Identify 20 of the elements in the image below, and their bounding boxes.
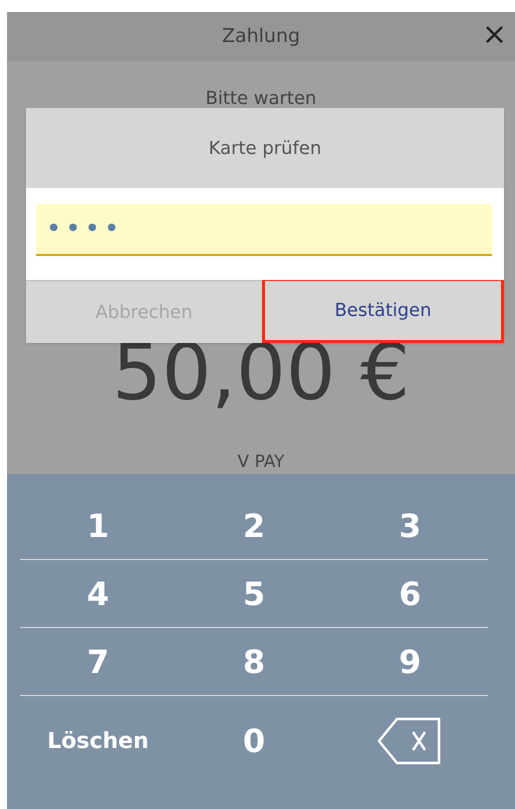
status-text: Bitte warten xyxy=(206,87,316,111)
digit-key[interactable]: 7 xyxy=(20,628,176,695)
digit-key[interactable]: 9 xyxy=(332,628,488,695)
digit-key[interactable]: 0 xyxy=(176,696,332,786)
card-type: V PAY xyxy=(238,451,284,474)
close-button[interactable]: × xyxy=(482,20,507,50)
digit-key[interactable]: 2 xyxy=(176,492,332,559)
digit-key[interactable]: 6 xyxy=(332,560,488,627)
digit-key[interactable]: 3 xyxy=(332,492,488,559)
digit-key[interactable]: 5 xyxy=(176,560,332,627)
confirm-button[interactable]: Bestätigen xyxy=(262,280,504,343)
dialog-title: Karte prüfen xyxy=(208,136,322,160)
window-title: Zahlung xyxy=(222,24,300,50)
digit-key[interactable]: 1 xyxy=(20,492,176,559)
digit-key[interactable]: 8 xyxy=(176,628,332,695)
digit-key[interactable]: 4 xyxy=(20,560,176,627)
pin-field[interactable]: •••• xyxy=(36,204,492,256)
clear-key[interactable]: Löschen xyxy=(20,696,176,786)
backspace-icon xyxy=(377,717,443,765)
amount-text: 50,00 € xyxy=(112,340,410,406)
